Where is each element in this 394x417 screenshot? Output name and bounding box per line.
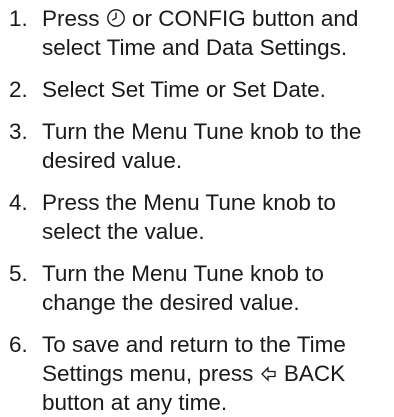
step-line: Turn the Menu Tune knob to	[42, 261, 324, 286]
step-number: 2.	[9, 77, 28, 102]
step-text: Press the Menu Tune knob to select the v…	[42, 188, 392, 246]
step-line: Press the Menu Tune knob to	[42, 190, 336, 215]
clock-icon	[106, 4, 126, 33]
step-line: Settings menu, press BACK	[42, 359, 392, 388]
step-text: Turn the Menu Tune knob to the desired v…	[42, 117, 392, 175]
step-text-segment: Settings menu, press	[42, 361, 260, 386]
step-text-segment: BACK	[283, 361, 346, 386]
step-text: Turn the Menu Tune knob to change the de…	[42, 259, 392, 317]
step-number: 1.	[9, 6, 28, 31]
step-line: To save and return to the Time	[42, 332, 346, 357]
step-line: select Time and Data Settings.	[42, 35, 348, 60]
step-text: Select Set Time or Set Date.	[42, 75, 392, 104]
step-number: 4.	[9, 190, 28, 215]
step-line: desired value.	[42, 148, 183, 173]
step-text-segment: Press	[42, 6, 106, 31]
step-text-segment: or CONFIG button and	[125, 6, 359, 31]
step-number: 3.	[9, 119, 28, 144]
step-line: select the value.	[42, 219, 205, 244]
step-line: button at any time.	[42, 390, 228, 415]
back-arrow-icon	[260, 359, 278, 388]
step-number: 5.	[9, 261, 28, 286]
step-line: change the desired value.	[42, 290, 300, 315]
step-text: To save and return to the Time Settings …	[42, 330, 392, 417]
step-number: 6.	[9, 332, 28, 357]
step-line: Turn the Menu Tune knob to the	[42, 119, 362, 144]
step-text: Press or CONFIG button and select Time a…	[42, 4, 392, 62]
step-line: Press or CONFIG button and	[42, 4, 392, 33]
step-line: Select Set Time or Set Date.	[42, 77, 326, 102]
